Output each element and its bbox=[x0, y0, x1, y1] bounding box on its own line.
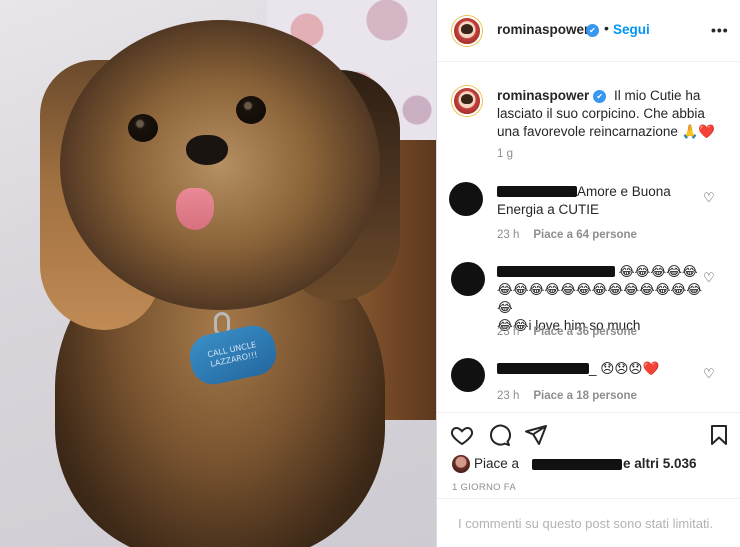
caption-avatar[interactable] bbox=[452, 86, 482, 116]
comment-meta: 23 h Piace a 18 persone bbox=[497, 390, 637, 402]
paper-plane-icon[interactable] bbox=[524, 423, 550, 449]
actions-divider bbox=[437, 412, 740, 413]
comment-box-divider bbox=[437, 498, 740, 499]
follow-button[interactable]: Segui bbox=[613, 22, 650, 37]
caption-username[interactable]: rominaspower bbox=[497, 88, 589, 103]
comment-text: 😂😂😂😂😂 😂😂😂😂😂😂😂😂😂😂😂😂😂😂 😂😂i love him so muc… bbox=[497, 263, 705, 335]
redacted-username bbox=[497, 266, 615, 277]
verified-badge-icon: ✔ bbox=[586, 24, 599, 37]
comment-likes[interactable]: Piace a 36 persone bbox=[533, 326, 637, 338]
dog-eye-right bbox=[236, 96, 266, 124]
bookmark-icon[interactable] bbox=[707, 423, 733, 449]
author-username[interactable]: rominaspower bbox=[497, 22, 589, 37]
comment-meta: 23 h Piace a 36 persone bbox=[497, 326, 637, 338]
post-side-panel: rominaspower ✔ • Segui ••• rominaspower ✔… bbox=[437, 0, 740, 547]
commenter-avatar-redacted[interactable] bbox=[449, 182, 483, 216]
comment-body: _ 😞😞😞❤️ bbox=[589, 361, 660, 376]
dog-tag-text: CALL UNCLE LAZZARO!!! bbox=[206, 340, 259, 369]
liker-avatar bbox=[452, 455, 470, 473]
redacted-username bbox=[497, 186, 577, 197]
caption-time[interactable]: 1 g bbox=[497, 148, 513, 160]
comment-like-heart-icon[interactable]: ♡ bbox=[703, 366, 715, 382]
dog-tongue bbox=[176, 188, 214, 230]
redacted-liker-name bbox=[532, 459, 622, 470]
comment-icon[interactable] bbox=[487, 423, 513, 449]
likes-prefix: Piace a bbox=[474, 456, 520, 471]
likes-count[interactable]: e altri 5.036 bbox=[623, 456, 697, 471]
dog-nose bbox=[186, 135, 228, 165]
heart-icon[interactable] bbox=[450, 423, 476, 449]
comment-like-heart-icon[interactable]: ♡ bbox=[703, 190, 715, 206]
comment-text: _ 😞😞😞❤️ bbox=[497, 360, 705, 378]
comment-time[interactable]: 23 h bbox=[497, 390, 519, 402]
caption-text-block: rominaspower ✔ Il mio Cutie ha lasciato i… bbox=[497, 87, 727, 141]
redacted-username bbox=[497, 363, 589, 374]
more-options-icon[interactable]: ••• bbox=[711, 22, 729, 38]
dog-eye-left bbox=[128, 114, 158, 142]
commenter-avatar-redacted[interactable] bbox=[451, 358, 485, 392]
comment-time[interactable]: 23 h bbox=[497, 229, 519, 241]
likes-summary[interactable]: Piace a e altri 5.036 bbox=[452, 455, 732, 475]
post-header: rominaspower ✔ • Segui ••• bbox=[437, 0, 740, 62]
author-avatar[interactable] bbox=[452, 16, 482, 46]
comment-likes[interactable]: Piace a 18 persone bbox=[533, 390, 637, 402]
verified-badge-icon: ✔ bbox=[593, 90, 607, 103]
comment-body-line1: 😂😂😂😂😂 bbox=[618, 264, 698, 279]
comment-body-line2: 😂😂😂😂😂😂😂😂😂😂😂😂😂😂 bbox=[497, 282, 703, 315]
comments-limited-notice: I commenti su questo post sono stati lim… bbox=[458, 516, 714, 531]
comment-meta: 23 h Piace a 64 persone bbox=[497, 229, 637, 241]
commenter-avatar-redacted[interactable] bbox=[451, 262, 485, 296]
dog-head bbox=[60, 20, 380, 310]
comment-likes[interactable]: Piace a 64 persone bbox=[533, 229, 637, 241]
post-photo[interactable]: CALL UNCLE LAZZARO!!! bbox=[0, 0, 437, 547]
post-time-ago[interactable]: 1 GIORNO FA bbox=[452, 482, 516, 493]
comment-text: Amore e Buona Energia a CUTIE bbox=[497, 183, 705, 219]
comment-like-heart-icon[interactable]: ♡ bbox=[703, 270, 715, 286]
comment-time[interactable]: 23 h bbox=[497, 326, 519, 338]
separator-dot: • bbox=[604, 20, 609, 36]
